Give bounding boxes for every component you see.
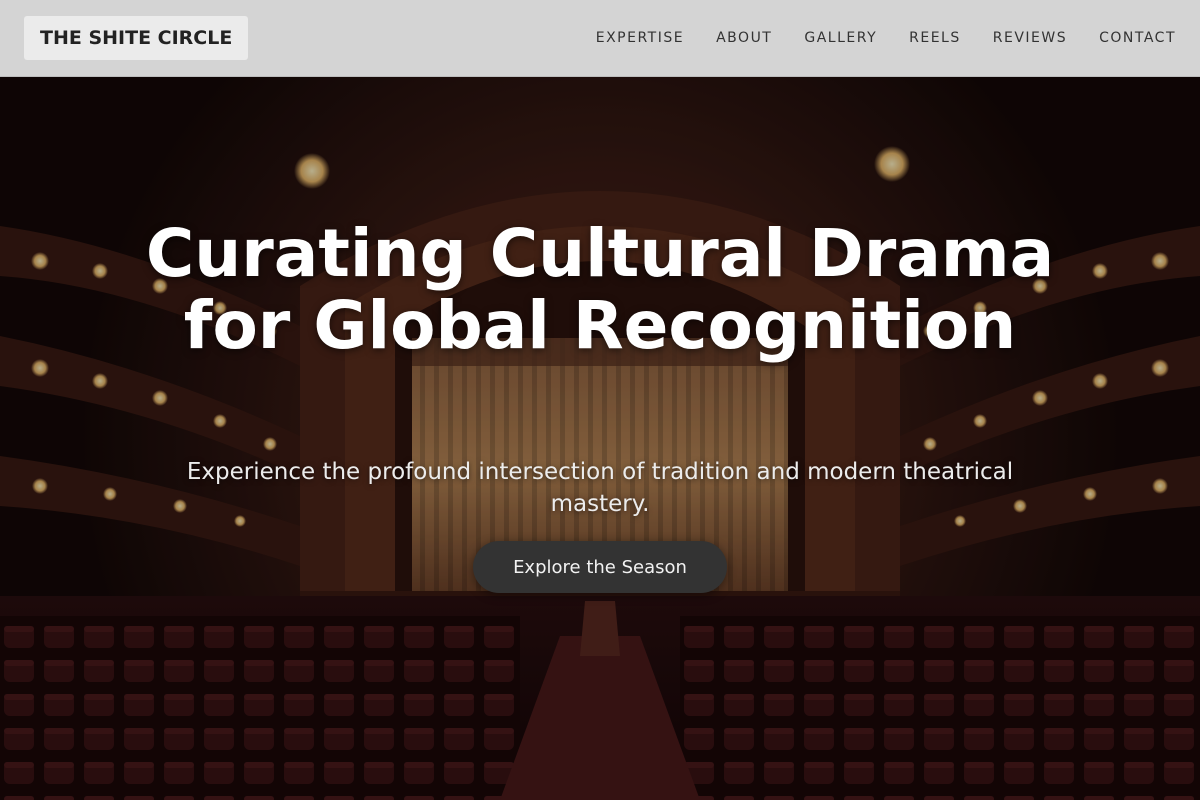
- explore-season-button[interactable]: Explore the Season: [473, 541, 727, 593]
- hero-headline: Curating Cultural Drama for Global Recog…: [145, 215, 1055, 364]
- nav-link-reviews[interactable]: REVIEWS: [993, 30, 1067, 46]
- hero-overlay: [0, 76, 1200, 800]
- nav-link-expertise[interactable]: EXPERTISE: [596, 30, 684, 46]
- site-header: THE SHITE CIRCLE EXPERTISE ABOUT GALLERY…: [0, 0, 1200, 77]
- hero-subheadline: Experience the profound intersection of …: [186, 459, 1014, 517]
- landing-page: THE SHITE CIRCLE EXPERTISE ABOUT GALLERY…: [0, 0, 1200, 800]
- nav-link-gallery[interactable]: GALLERY: [804, 30, 877, 46]
- main-nav: EXPERTISE ABOUT GALLERY REELS REVIEWS CO…: [596, 0, 1176, 76]
- nav-link-reels[interactable]: REELS: [909, 30, 961, 46]
- nav-link-contact[interactable]: CONTACT: [1099, 30, 1176, 46]
- nav-link-about[interactable]: ABOUT: [716, 30, 772, 46]
- hero-section: Curating Cultural Drama for Global Recog…: [0, 76, 1200, 800]
- brand-logo[interactable]: THE SHITE CIRCLE: [24, 16, 249, 60]
